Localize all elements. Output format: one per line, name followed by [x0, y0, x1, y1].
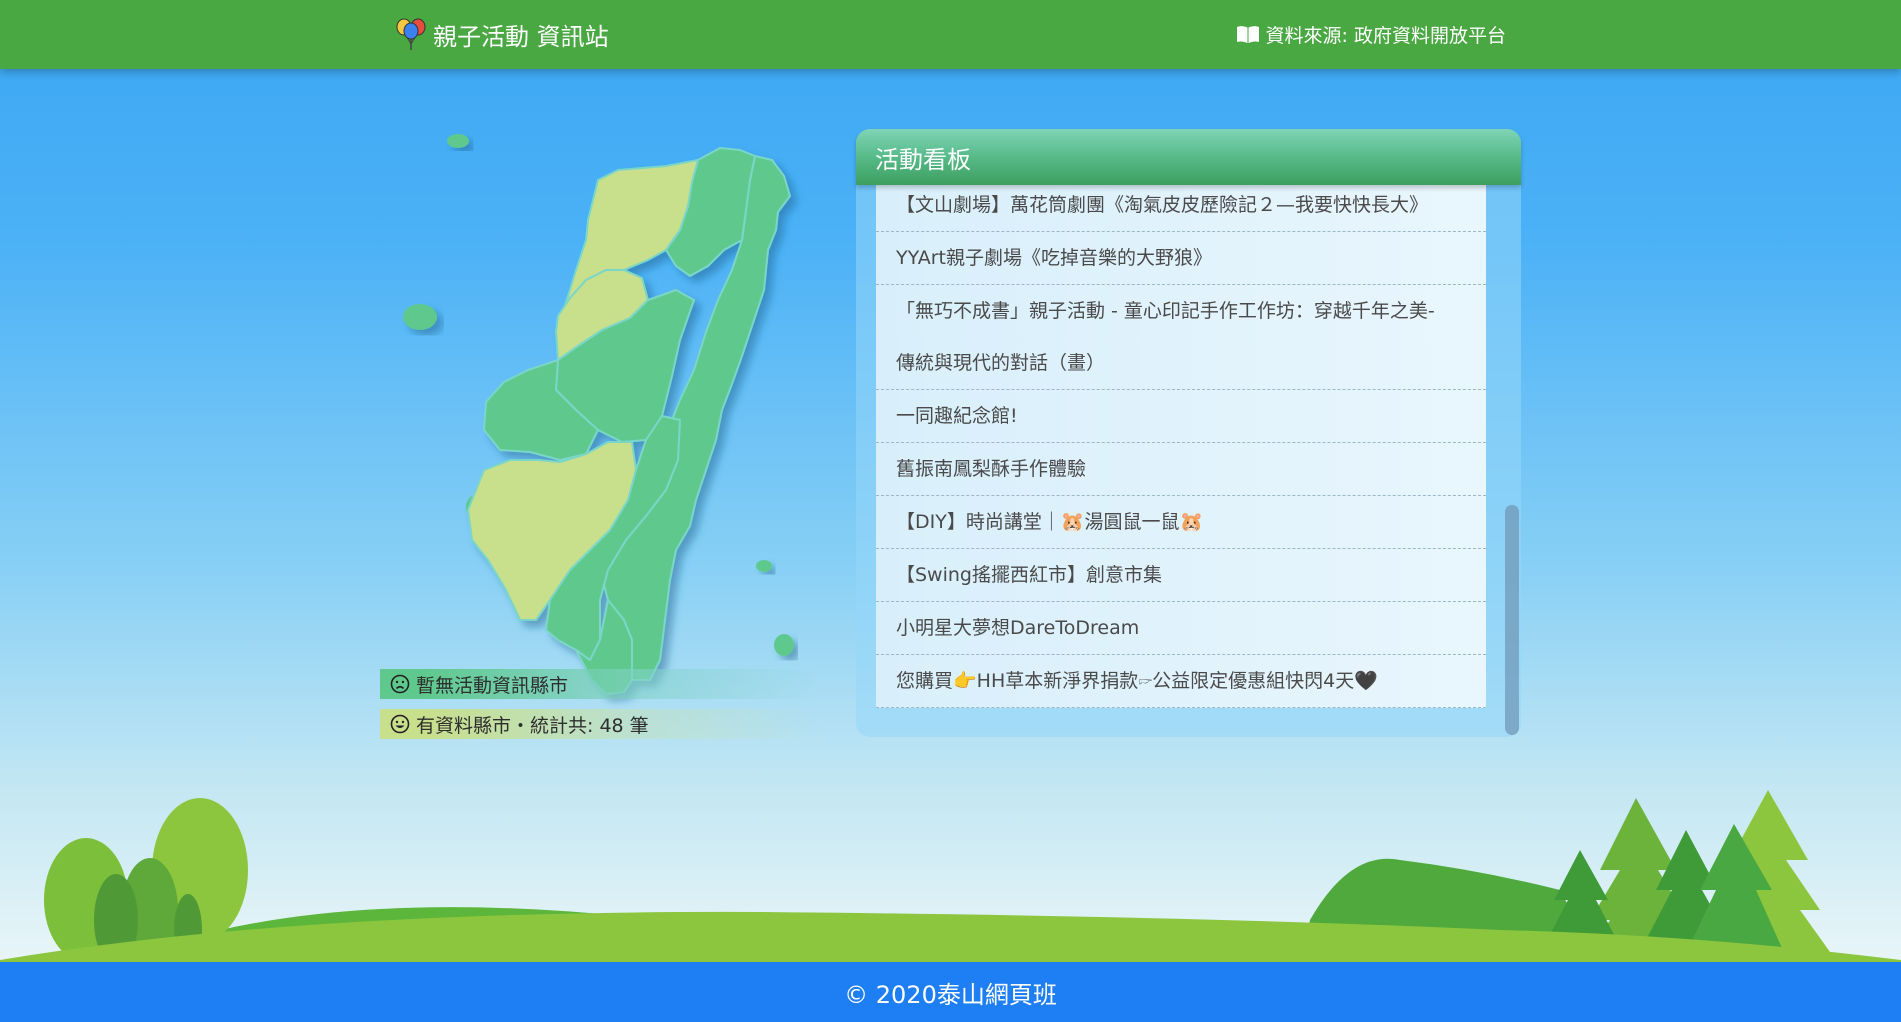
activity-item[interactable]: 您購買👉HH草本新淨界捐款🖙公益限定優惠組快閃4天🖤	[876, 655, 1486, 708]
island-kinmen[interactable]	[403, 304, 437, 330]
legend-no-data: 暫無活動資訊縣市	[380, 669, 820, 699]
data-source-link[interactable]: 資料來源: 政府資料開放平台	[1236, 20, 1506, 48]
activity-item[interactable]: YYArt親子劇場《吃掉音樂的大野狼》	[876, 232, 1486, 285]
top-navbar: 親子活動 資訊站 資料來源: 政府資料開放平台	[0, 0, 1901, 69]
activity-item[interactable]: 「無巧不成書」親子活動 - 童心印記手作工作坊：穿越千年之美-	[876, 285, 1486, 337]
taiwan-map-svg	[403, 134, 794, 695]
island-lanyu[interactable]	[774, 634, 794, 656]
activity-item[interactable]: 【Swing搖擺西紅市】創意市集	[876, 549, 1486, 602]
activity-item[interactable]: 【DIY】時尚講堂｜🐹湯圓鼠一鼠🐹	[876, 496, 1486, 549]
data-source-text: 資料來源: 政府資料開放平台	[1265, 24, 1506, 47]
book-icon	[1236, 26, 1259, 43]
site-title: 親子活動 資訊站	[433, 22, 609, 51]
footer: © 2020泰山網頁班	[0, 962, 1901, 1022]
balloons-icon	[396, 18, 426, 50]
activity-list[interactable]: 【文山劇場】萬花筒劇團《淘氣皮皮歷險記２—我要快快長大》 YYArt親子劇場《吃掉…	[876, 185, 1486, 715]
activity-item[interactable]: 【文山劇場】萬花筒劇團《淘氣皮皮歷險記２—我要快快長大》	[876, 185, 1486, 232]
legend-no-data-text: 暫無活動資訊縣市	[416, 674, 569, 697]
activity-item[interactable]: 舊振南鳳梨酥手作體驗	[876, 443, 1486, 496]
smile-face-icon	[390, 714, 410, 734]
activity-item[interactable]: 小明星大夢想DareToDream	[876, 602, 1486, 655]
sad-face-icon	[390, 674, 410, 694]
activity-item[interactable]: 傳統與現代的對話（畫）	[876, 337, 1486, 390]
landscape-illustration	[0, 790, 1901, 966]
footer-copyright: © 2020泰山網頁班	[844, 980, 1057, 1009]
legend-has-data: 有資料縣市・統計共: 48 筆	[380, 709, 820, 739]
activity-list-scrollbar[interactable]	[1505, 505, 1519, 735]
island-matsu[interactable]	[447, 134, 469, 148]
taiwan-map	[380, 120, 850, 740]
legend-has-data-text: 有資料縣市・統計共: 48 筆	[416, 714, 649, 737]
activity-board-title: 活動看板	[856, 129, 1521, 185]
site-brand[interactable]: 親子活動 資訊站	[395, 16, 609, 52]
island-liuqiu[interactable]	[756, 560, 772, 572]
activity-item[interactable]: 一同趣紀念館!	[876, 390, 1486, 443]
